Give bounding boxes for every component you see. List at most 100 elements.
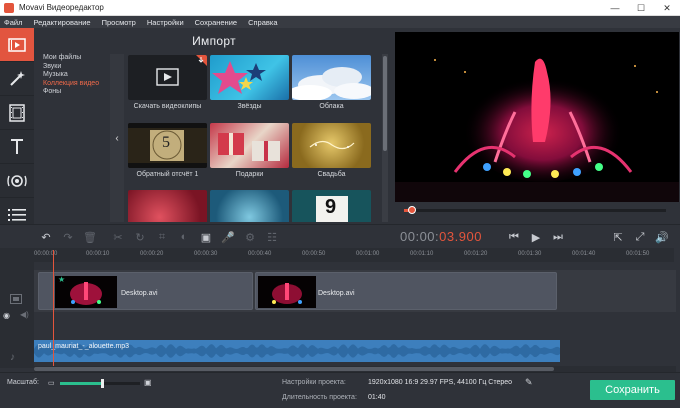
clip-grid: Скачать видеоклипы Звёзды Облака 5 Обрат… <box>126 54 381 222</box>
clip-tile-countdown-2[interactable]: 9 <box>292 190 371 222</box>
speaker-icon: 🔊 <box>655 231 669 244</box>
video-track[interactable]: ★ Desktop.avi Desktop.avi <box>34 270 676 312</box>
cut-button[interactable]: ✂ <box>110 229 126 245</box>
rotate-button[interactable]: ↻ <box>132 229 148 245</box>
clip-tile-stars[interactable]: Звёзды <box>210 55 289 110</box>
clip-grid-scrollbar[interactable] <box>382 54 388 222</box>
zoom-slider-handle[interactable] <box>100 379 104 388</box>
scrollbar-thumb[interactable] <box>34 367 554 371</box>
category-sounds[interactable]: Звуки <box>34 63 110 72</box>
audio-track-clip[interactable]: paul_mauriat_-_alouette.mp3 <box>34 340 560 362</box>
clip-thumbnail <box>292 55 371 100</box>
clip-thumbnail <box>292 123 371 168</box>
clip-thumbnail: 5 <box>128 123 207 168</box>
color-adjust-button[interactable]: ◐ <box>176 229 192 245</box>
clip-name: Desktop.avi <box>318 290 355 297</box>
ruler-tick: 00:00:50 <box>302 251 326 257</box>
clip-name: Desktop.avi <box>121 290 158 297</box>
redo-icon: ↷ <box>63 231 73 244</box>
gear-icon: ⚙ <box>245 231 255 244</box>
category-music[interactable]: Музыка <box>34 71 110 80</box>
star-icon: ★ <box>58 275 66 284</box>
scissors-icon: ✂ <box>113 231 123 244</box>
menu-view[interactable]: Просмотр <box>102 18 136 27</box>
play-button[interactable]: ▶ <box>528 229 544 245</box>
clip-label: Подарки <box>235 171 264 178</box>
music-note-icon: ♪ <box>10 352 15 363</box>
contrast-icon: ◐ <box>180 231 188 243</box>
category-my-files[interactable]: Мои файлы <box>34 54 110 63</box>
zoom-in-icon[interactable]: ▣ <box>144 378 152 387</box>
export-icon: ⇱ <box>613 231 623 244</box>
clip-properties-button[interactable]: ⚙ <box>242 229 258 245</box>
category-video-collection[interactable]: Коллекция видео <box>34 80 110 89</box>
menu-edit[interactable]: Редактирование <box>33 18 90 27</box>
menu-help[interactable]: Справка <box>248 18 277 27</box>
clip-tile-download[interactable]: Скачать видеоклипы <box>128 55 207 110</box>
clip-tile-wedding[interactable]: Свадьба <box>292 123 371 178</box>
maximize-button[interactable]: ☐ <box>628 0 654 16</box>
zoom-slider[interactable] <box>60 379 140 388</box>
save-button[interactable]: Сохранить <box>590 380 675 400</box>
image-icon: ▣ <box>200 231 212 244</box>
text-t-icon <box>11 138 23 154</box>
previous-frame-button[interactable]: ⏮ <box>506 229 522 245</box>
clip-tile-hearts[interactable] <box>128 190 207 222</box>
mute-icon[interactable]: ◀) <box>20 310 29 319</box>
delete-button[interactable]: 🗑 <box>82 229 98 245</box>
menu-bar: Файл Редактирование Просмотр Настройки С… <box>0 16 680 28</box>
seek-handle[interactable] <box>407 206 416 214</box>
clouds-thumbnail-icon <box>292 67 371 100</box>
titles-tool-button[interactable] <box>0 130 34 164</box>
menu-settings[interactable]: Настройки <box>147 18 184 27</box>
video-clip[interactable]: ★ Desktop.avi <box>38 272 253 310</box>
category-backgrounds[interactable]: Фоны <box>34 88 110 97</box>
track-headers: ◉ ◀) ♪ <box>0 248 34 368</box>
zoom-slider-fill <box>60 382 102 385</box>
ruler-tick: 00:01:30 <box>518 251 542 257</box>
callouts-tool-button[interactable] <box>0 164 34 198</box>
clip-tile-countdown[interactable]: 5 Обратный отсчёт 1 <box>128 123 207 178</box>
window-title: Movavi Видеоредактор <box>19 3 104 12</box>
clip-label: Скачать видеоклипы <box>133 103 202 110</box>
clip-tile-clouds[interactable]: Облака <box>292 55 371 110</box>
crop-button[interactable]: ⌗ <box>154 229 170 245</box>
next-frame-button[interactable]: ⏭ <box>550 229 566 245</box>
video-preview[interactable] <box>395 32 679 202</box>
clip-tile-gifts[interactable]: Подарки <box>210 123 289 178</box>
redo-button[interactable]: ↷ <box>60 229 76 245</box>
filters-tool-button[interactable] <box>0 62 34 96</box>
equalizer-button[interactable]: ☷ <box>264 229 280 245</box>
scrollbar-thumb[interactable] <box>383 56 387 151</box>
record-audio-button[interactable]: 🎤 <box>220 229 236 245</box>
import-tool-button[interactable] <box>0 28 34 62</box>
minimize-button[interactable]: — <box>602 0 628 16</box>
timeline-playhead[interactable] <box>53 250 54 366</box>
clip-label: Свадьба <box>317 171 346 178</box>
image-button[interactable]: ▣ <box>198 229 214 245</box>
playback-seek-bar[interactable] <box>404 206 666 214</box>
export-frame-button[interactable]: ⇱ <box>610 229 626 245</box>
menu-export[interactable]: Сохранение <box>195 18 237 27</box>
timeline-ruler[interactable]: 00:00:00 00:00:10 00:00:20 00:00:30 00:0… <box>34 248 674 262</box>
transitions-tool-button[interactable] <box>0 96 34 130</box>
eye-icon[interactable]: ◉ <box>3 311 10 320</box>
clip-thumbnail <box>128 190 207 222</box>
status-bar <box>0 372 680 408</box>
fullscreen-button[interactable]: ⤢ <box>632 229 648 245</box>
skip-forward-icon: ⏭ <box>553 230 563 243</box>
ruler-tick: 00:01:40 <box>572 251 596 257</box>
project-duration: Длительность проекта: 01:40 <box>282 394 386 401</box>
close-button[interactable]: ✕ <box>654 0 680 16</box>
collapse-panel-button[interactable]: ‹ <box>110 54 124 222</box>
clip-tile-bokeh[interactable] <box>210 190 289 222</box>
zoom-out-icon[interactable]: ▭ <box>48 379 55 387</box>
video-clip[interactable]: Desktop.avi <box>255 272 557 310</box>
clip-thumbnail <box>210 123 289 168</box>
pencil-icon[interactable]: ✎ <box>525 377 533 388</box>
countdown-number: 9 <box>325 196 337 218</box>
undo-button[interactable]: ↶ <box>38 229 54 245</box>
clip-thumbnail <box>258 276 316 308</box>
volume-button[interactable]: 🔊 <box>654 229 670 245</box>
menu-file[interactable]: Файл <box>4 18 22 27</box>
